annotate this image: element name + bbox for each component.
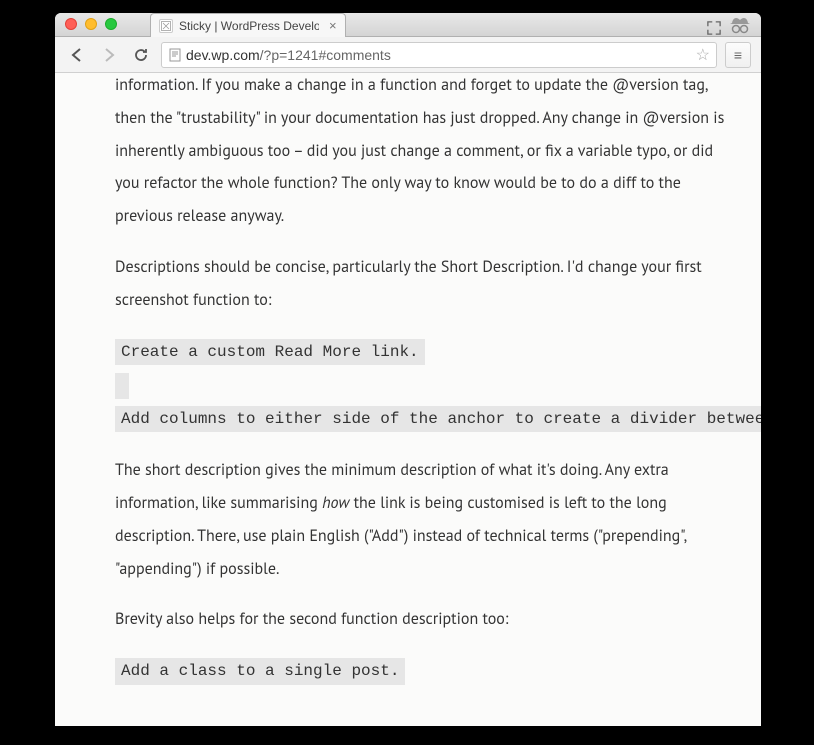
incognito-icon: [729, 15, 751, 40]
article-body: information. If you make a change in a f…: [115, 73, 761, 707]
bookmark-star-icon[interactable]: ☆: [696, 45, 710, 65]
paragraph: Descriptions should be concise, particul…: [115, 251, 741, 317]
browser-window: Sticky | WordPress Develop × dev.wp.com/…: [55, 13, 761, 726]
back-button[interactable]: [65, 43, 89, 67]
zoom-window-button[interactable]: [105, 18, 117, 30]
window-controls: [65, 18, 117, 30]
code-block: Add a class to a single post.: [115, 654, 741, 688]
close-window-button[interactable]: [65, 18, 77, 30]
menu-button[interactable]: ≡: [725, 42, 751, 68]
code-line: Add columns to either side of the anchor…: [115, 406, 761, 432]
paragraph: The short description gives the minimum …: [115, 454, 741, 585]
forward-button[interactable]: [97, 43, 121, 67]
code-line: Add a class to a single post.: [115, 658, 405, 684]
page-favicon: [159, 19, 173, 33]
code-line: [115, 373, 129, 399]
reload-button[interactable]: [129, 43, 153, 67]
tab-title: Sticky | WordPress Develop: [179, 19, 319, 33]
code-line: Create a custom Read More link.: [115, 339, 425, 365]
tab-close-icon[interactable]: ×: [329, 18, 337, 33]
minimize-window-button[interactable]: [85, 18, 97, 30]
address-bar[interactable]: dev.wp.com/?p=1241#comments ☆: [161, 42, 717, 68]
paragraph: information. If you make a change in a f…: [115, 73, 741, 233]
page-icon: [168, 48, 182, 62]
browser-tab[interactable]: Sticky | WordPress Develop ×: [150, 13, 346, 37]
fullscreen-icon[interactable]: [707, 21, 721, 35]
code-block: Create a custom Read More link. Add colu…: [115, 335, 741, 437]
paragraph: Brevity also helps for the second functi…: [115, 603, 741, 636]
url-text: dev.wp.com/?p=1241#comments: [186, 47, 692, 63]
titlebar: Sticky | WordPress Develop ×: [55, 13, 761, 37]
page-content: information. If you make a change in a f…: [55, 73, 761, 726]
toolbar: dev.wp.com/?p=1241#comments ☆ ≡: [55, 37, 761, 73]
